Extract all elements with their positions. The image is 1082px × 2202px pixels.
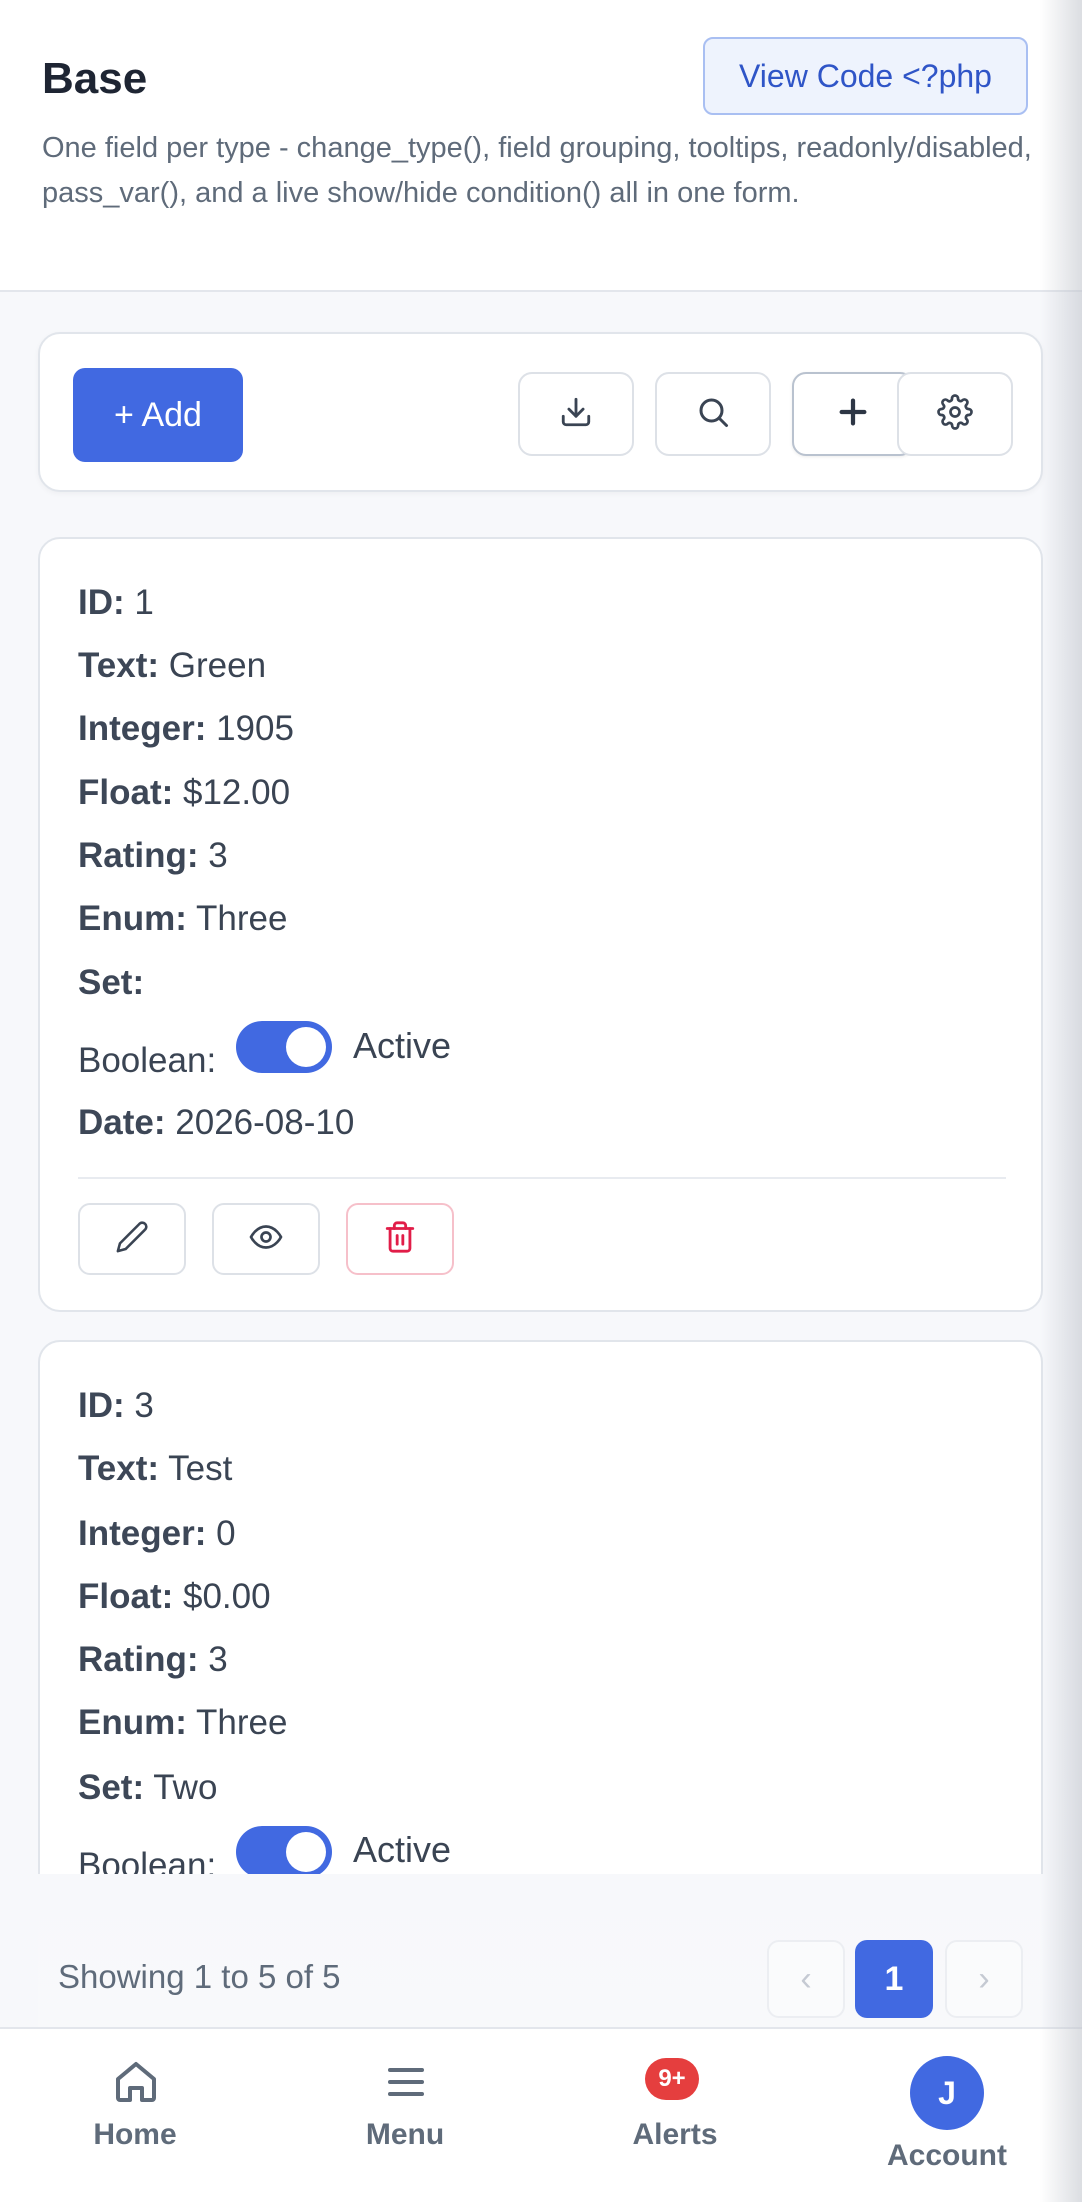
field-date: Date: 2026-08-10 <box>78 1103 355 1142</box>
edge-shadow <box>1040 0 1082 2202</box>
alerts-badge: 9+ <box>645 2058 699 2100</box>
view-button[interactable] <box>212 1203 320 1275</box>
menu-icon <box>382 2058 430 2111</box>
expand-button[interactable] <box>792 372 914 456</box>
prev-page-button[interactable]: ‹ <box>767 1940 845 2018</box>
record-card: ID: 1 Text: Green Integer: 1905 Float: $… <box>38 537 1043 1312</box>
field-text: Text: Green <box>78 646 267 685</box>
boolean-value: Active <box>353 1025 452 1066</box>
edit-button[interactable] <box>78 1203 186 1275</box>
field-id: ID: 1 <box>78 583 154 622</box>
page-title: Base <box>42 54 148 103</box>
field-integer: Integer: 1905 <box>78 709 294 748</box>
avatar[interactable]: J <box>910 2056 984 2130</box>
field-boolean-label: Boolean: <box>78 1041 217 1080</box>
download-icon <box>559 395 593 434</box>
nav-account[interactable]: Account <box>872 2139 1022 2173</box>
search-button[interactable] <box>655 372 771 456</box>
boolean-toggle[interactable] <box>236 1826 332 1878</box>
record-card: ID: 3 Text: Test Integer: 0 Float: $0.00… <box>38 1340 1043 1900</box>
nav-menu[interactable]: Menu <box>340 2118 470 2152</box>
page-header: Base View Code <?php One field per type … <box>0 0 1082 292</box>
field-set: Set: Two <box>78 1768 218 1807</box>
toolbar: + Add <box>38 332 1043 492</box>
search-icon <box>695 394 731 435</box>
field-enum: Enum: Three <box>78 899 288 938</box>
nav-home[interactable]: Home <box>70 2118 200 2152</box>
field-rating: Rating: 3 <box>78 1640 228 1679</box>
nav-alerts[interactable]: Alerts <box>610 2118 740 2152</box>
boolean-toggle[interactable] <box>236 1021 332 1073</box>
field-float: Float: $12.00 <box>78 773 291 812</box>
gear-icon <box>937 393 973 435</box>
delete-button[interactable] <box>346 1203 454 1275</box>
plus-icon <box>836 395 870 434</box>
export-button[interactable] <box>518 372 634 456</box>
divider <box>78 1177 1006 1179</box>
field-text: Text: Test <box>78 1449 233 1488</box>
view-code-button[interactable]: View Code <?php <box>703 37 1028 115</box>
eye-icon <box>248 1219 284 1260</box>
trash-icon <box>383 1220 417 1259</box>
next-page-button[interactable]: › <box>945 1940 1023 2018</box>
settings-button[interactable] <box>897 372 1013 456</box>
field-rating: Rating: 3 <box>78 836 228 875</box>
page-description: One field per type - change_type(), fiel… <box>42 132 1032 209</box>
home-icon <box>112 2058 160 2111</box>
pagination-summary: Showing 1 to 5 of 5 <box>58 1958 341 1995</box>
field-id: ID: 3 <box>78 1386 154 1425</box>
field-set: Set: <box>78 963 145 1002</box>
add-button[interactable]: + Add <box>73 368 243 462</box>
field-integer: Integer: 0 <box>78 1514 236 1553</box>
field-float: Float: $0.00 <box>78 1577 271 1616</box>
boolean-value: Active <box>353 1829 452 1870</box>
pencil-icon <box>115 1220 149 1259</box>
page-1-button[interactable]: 1 <box>855 1940 933 2018</box>
field-enum: Enum: Three <box>78 1703 288 1742</box>
